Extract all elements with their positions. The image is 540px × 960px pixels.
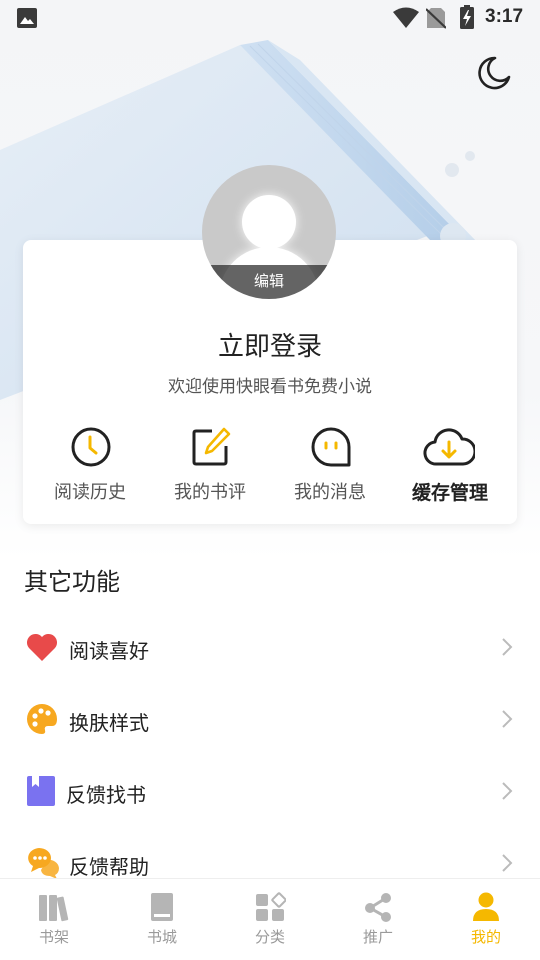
wifi-icon [393, 7, 419, 28]
cloud-download-icon [423, 428, 475, 466]
avatar-edit-label[interactable]: 编辑 [202, 265, 336, 299]
quick-action-label: 我的书评 [174, 482, 246, 503]
chevron-right-icon [502, 638, 513, 656]
quick-action-label: 阅读历史 [54, 482, 126, 503]
quick-action-reading-history[interactable]: 阅读历史 [30, 426, 150, 506]
image-notification-icon [17, 8, 37, 28]
tab-label: 推广 [362, 928, 393, 946]
status-bar: 3:17 [0, 0, 540, 36]
chevron-right-icon [502, 710, 513, 728]
tab-bookstore[interactable]: 书城 [108, 879, 216, 960]
book-icon [151, 893, 173, 921]
tab-categories[interactable]: 分类 [216, 879, 324, 960]
menu-item-feedback-find-book[interactable]: 反馈找书 [0, 761, 540, 823]
palette-icon [27, 704, 57, 734]
tab-mine[interactable]: 我的 [432, 879, 540, 960]
tab-promotion[interactable]: 推广 [324, 879, 432, 960]
login-title[interactable]: 立即登录 [0, 326, 540, 363]
status-time: 3:17 [485, 6, 524, 27]
bottom-tab-bar: 书架 书城 分类 推广 我的 [0, 878, 540, 960]
menu-item-label: 阅读喜好 [69, 639, 149, 663]
bookmark-book-icon [27, 776, 55, 806]
message-bubble-icon [311, 427, 351, 467]
quick-action-label: 缓存管理 [411, 482, 488, 504]
quick-action-cache-management[interactable]: 缓存管理 [390, 426, 510, 506]
tab-label: 书城 [146, 928, 177, 946]
clock-icon [71, 427, 111, 467]
tab-label: 分类 [254, 928, 285, 946]
section-title: 其它功能 [24, 568, 120, 596]
quick-action-label: 我的消息 [294, 482, 366, 503]
profile-screen: 3:17 编辑 立即登录 欢迎使用快眼看书免费小说 阅读历史 我的书评 我的消息… [0, 0, 540, 960]
tab-label: 书架 [38, 928, 69, 946]
menu-item-label: 换肤样式 [69, 711, 149, 735]
battery-charging-icon [460, 5, 474, 29]
tab-label: 我的 [470, 928, 501, 946]
moon-icon[interactable] [474, 55, 512, 93]
login-subtitle: 欢迎使用快眼看书免费小说 [168, 377, 372, 397]
share-icon [365, 893, 391, 922]
edit-note-icon [192, 427, 231, 466]
menu-item-label: 反馈找书 [66, 783, 146, 807]
chat-bubbles-icon [28, 848, 59, 879]
menu-item-reading-preferences[interactable]: 阅读喜好 [0, 617, 540, 679]
quick-action-my-reviews[interactable]: 我的书评 [150, 426, 270, 506]
heart-icon [26, 633, 58, 661]
category-grid-icon [256, 892, 286, 921]
no-sim-icon [426, 8, 446, 29]
quick-action-my-messages[interactable]: 我的消息 [270, 426, 390, 506]
tab-bookshelf[interactable]: 书架 [0, 879, 108, 960]
chevron-right-icon [502, 854, 513, 872]
avatar[interactable]: 编辑 [202, 165, 336, 299]
avatar-head-shape [242, 195, 296, 249]
person-icon [473, 892, 499, 921]
chevron-right-icon [502, 782, 513, 800]
bookshelf-icon [39, 895, 69, 922]
menu-item-label: 反馈帮助 [69, 855, 149, 879]
menu-item-skin-style[interactable]: 换肤样式 [0, 689, 540, 751]
